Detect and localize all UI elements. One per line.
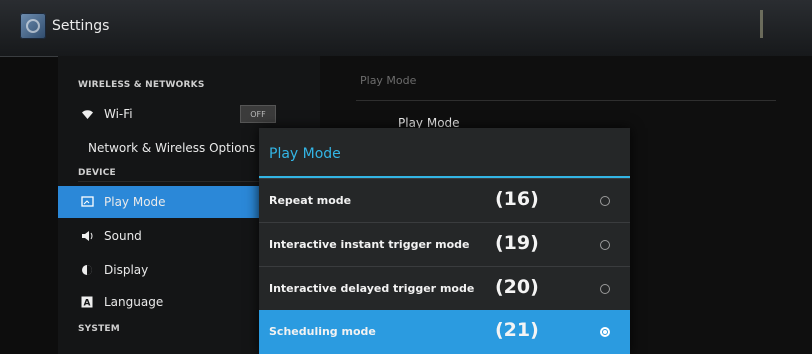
detail-divider [356,100,776,101]
radio-button[interactable] [600,196,610,206]
option-number: (16) [495,188,539,210]
wifi-icon [80,107,94,121]
option-label: Scheduling mode [269,325,376,338]
sidebar-item-label: Network & Wireless Options [88,141,256,155]
radio-button[interactable] [600,240,610,250]
option-scheduling-mode[interactable]: Scheduling mode (21) [259,310,630,354]
option-number: (19) [495,232,539,254]
option-interactive-delayed[interactable]: Interactive delayed trigger mode (20) [259,266,630,310]
option-number: (20) [495,276,539,298]
wifi-toggle[interactable]: OFF [240,105,276,123]
window-title: Settings [52,18,110,34]
sidebar-item-wifi[interactable]: Wi-Fi OFF [58,98,320,130]
radio-button-selected[interactable] [600,327,610,337]
brightness-icon [80,263,94,277]
option-label: Interactive delayed trigger mode [269,282,475,295]
speaker-icon [80,229,94,243]
section-header-system: SYSTEM [78,324,120,334]
option-number: (21) [495,319,539,341]
screen-icon [80,195,94,209]
svg-text:A: A [84,299,91,309]
option-interactive-instant[interactable]: Interactive instant trigger mode (19) [259,222,630,266]
settings-app-icon[interactable] [20,13,46,39]
sidebar-item-label: Wi-Fi [104,107,133,121]
radio-button[interactable] [600,284,610,294]
play-mode-dialog: Play Mode Repeat mode (16) Interactive i… [259,128,630,354]
sidebar-item-label: Sound [104,229,142,243]
sidebar-item-label: Display [104,263,149,277]
sidebar-item-label: Language [104,295,164,309]
option-repeat-mode[interactable]: Repeat mode (16) [259,178,630,222]
option-label: Interactive instant trigger mode [269,238,470,251]
detail-header: Play Mode [360,74,417,87]
option-label: Repeat mode [269,194,352,207]
section-header-wireless: WIRELESS & NETWORKS [78,80,205,90]
sidebar-item-label: Play Mode [104,195,166,209]
action-bar: Settings [0,0,812,57]
dialog-title: Play Mode [269,146,341,162]
overflow-menu-icon[interactable] [760,10,763,38]
section-header-device: DEVICE [78,168,116,178]
language-icon: A [80,295,94,309]
